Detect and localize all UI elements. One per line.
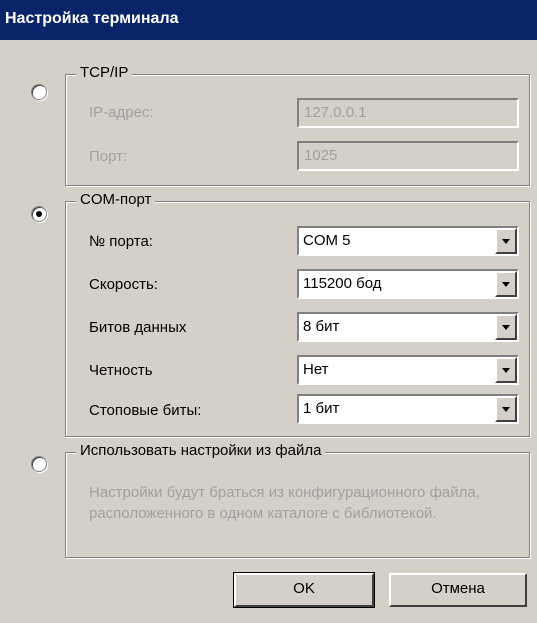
- data-bits-value: 8 бит: [303, 318, 340, 335]
- port-label: Порт:: [89, 148, 128, 165]
- file-settings-description: Настройки будут браться из конфигурацион…: [89, 484, 480, 522]
- chevron-down-icon[interactable]: [495, 271, 517, 297]
- title-bar[interactable]: Настройка терминала: [0, 0, 537, 40]
- cancel-button[interactable]: Отмена: [389, 573, 527, 607]
- file-settings-legend: Использовать настройки из файла: [76, 442, 326, 459]
- chevron-down-icon[interactable]: [495, 396, 517, 422]
- stop-bits-label: Стоповые биты:: [89, 402, 202, 419]
- port-number-value: COM 5: [303, 232, 351, 249]
- file-settings-radio[interactable]: [31, 456, 47, 472]
- ok-button[interactable]: OK: [233, 572, 375, 608]
- speed-select[interactable]: 115200 бод: [297, 269, 519, 299]
- chevron-down-icon[interactable]: [495, 314, 517, 340]
- stop-bits-value: 1 бит: [303, 400, 340, 417]
- port-number-label: № порта:: [89, 233, 153, 250]
- parity-value: Нет: [303, 361, 329, 378]
- com-port-radio[interactable]: [31, 206, 47, 222]
- chevron-down-icon[interactable]: [495, 357, 517, 383]
- parity-label: Четность: [89, 362, 153, 379]
- ip-address-label: IP-адрес:: [89, 104, 154, 121]
- com-port-legend: COM-порт: [76, 191, 156, 208]
- ip-address-field[interactable]: 127.0.0.1: [297, 98, 519, 128]
- port-number-select[interactable]: COM 5: [297, 226, 519, 256]
- tcp-ip-radio[interactable]: [31, 84, 47, 100]
- chevron-down-icon[interactable]: [495, 228, 517, 254]
- data-bits-label: Битов данных: [89, 319, 187, 336]
- port-field[interactable]: 1025: [297, 141, 519, 171]
- window-title: Настройка терминала: [5, 10, 179, 27]
- data-bits-select[interactable]: 8 бит: [297, 312, 519, 342]
- tcp-ip-legend: TCP/IP: [76, 64, 133, 81]
- speed-label: Скорость:: [89, 276, 158, 293]
- stop-bits-select[interactable]: 1 бит: [297, 394, 519, 424]
- parity-select[interactable]: Нет: [297, 355, 519, 385]
- speed-value: 115200 бод: [303, 275, 382, 292]
